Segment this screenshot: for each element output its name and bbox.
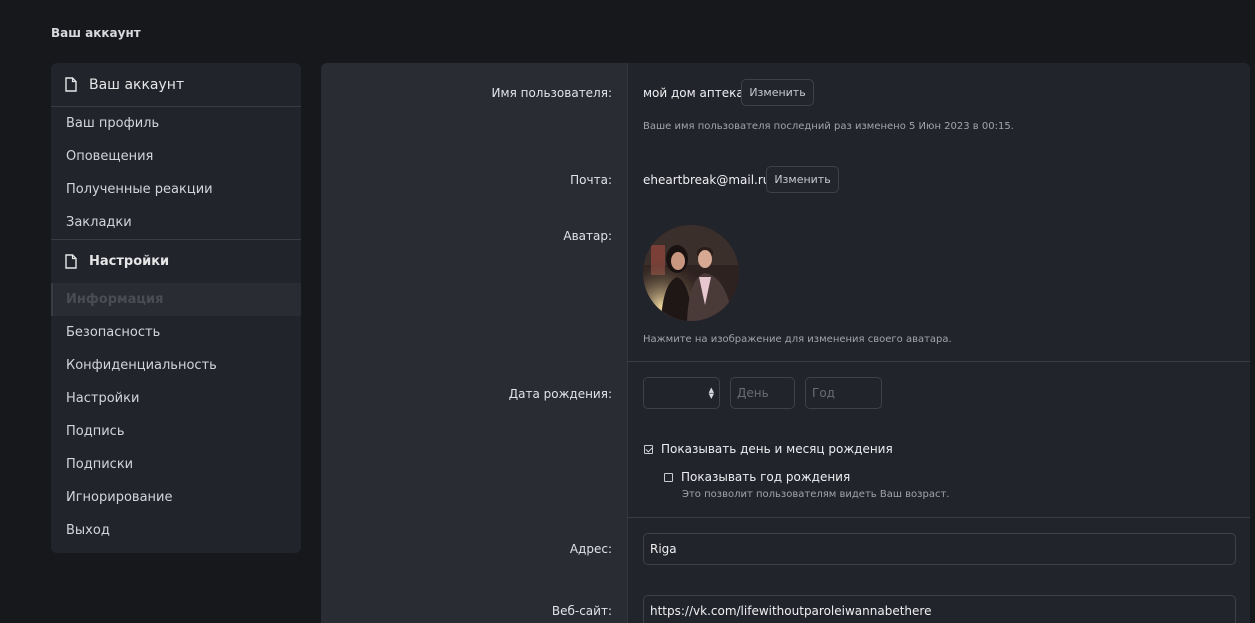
sidebar-item-profile[interactable]: Ваш профиль: [51, 107, 301, 140]
sidebar-item-label: Конфиденциальность: [66, 358, 217, 373]
dob-label: Дата рождения:: [508, 387, 612, 401]
sidebar-item-label: Настройки: [66, 391, 140, 406]
sidebar-item-security[interactable]: Безопасность: [51, 316, 301, 349]
checkbox-checked-icon[interactable]: [644, 444, 653, 454]
checkbox-unchecked-icon[interactable]: [664, 472, 673, 482]
avatar-label: Аватар:: [563, 229, 612, 243]
sidebar-section-account: Ваш аккаунт: [51, 63, 301, 107]
sidebar-item-bookmarks[interactable]: Закладки: [51, 206, 301, 239]
sidebar-item-alerts[interactable]: Оповещения: [51, 140, 301, 173]
sidebar-item-label: Полученные реакции: [66, 182, 213, 197]
sidebar-item-signature[interactable]: Подпись: [51, 415, 301, 448]
sidebar-item-preferences[interactable]: Настройки: [51, 382, 301, 415]
change-email-button[interactable]: Изменить: [766, 166, 839, 193]
show-dob-day-month-checkbox-row[interactable]: Показывать день и месяц рождения: [644, 442, 893, 456]
dob-year-input[interactable]: Год: [805, 377, 882, 409]
account-details-form: Имя пользователя: мой дом аптека Изменит…: [321, 63, 1250, 623]
dob-month-select[interactable]: ▲ ▼: [643, 377, 720, 409]
sidebar-item-following[interactable]: Подписки: [51, 448, 301, 481]
username-hint: Ваше имя пользователя последний раз изме…: [643, 121, 1014, 132]
address-value: Riga: [650, 542, 677, 556]
sidebar-item-label: Оповещения: [66, 149, 154, 164]
sidebar-item-ignoring[interactable]: Игнорирование: [51, 481, 301, 514]
sidebar-item-label: Выход: [66, 523, 110, 538]
sidebar-item-label: Закладки: [66, 215, 132, 230]
sidebar-item-label: Подпись: [66, 424, 125, 439]
sidebar-section-title: Настройки: [89, 254, 170, 269]
avatar-image[interactable]: [643, 225, 739, 321]
website-value: https://vk.com/lifewithoutparoleiwannabe…: [650, 604, 932, 618]
show-dob-year-checkbox-row[interactable]: Показывать год рождения: [664, 470, 850, 484]
section-divider: [627, 517, 1250, 518]
show-dob-year-hint: Это позволит пользователям видеть Ваш во…: [682, 489, 950, 500]
show-dob-day-month-label: Показывать день и месяц рождения: [661, 442, 893, 456]
account-sidebar: Ваш аккаунт Ваш профиль Оповещения Получ…: [51, 63, 301, 553]
sidebar-item-privacy[interactable]: Конфиденциальность: [51, 349, 301, 382]
website-label: Веб-сайт:: [551, 604, 612, 618]
page-title: Ваш аккаунт: [51, 26, 141, 40]
show-dob-year-label: Показывать год рождения: [681, 470, 851, 484]
address-label: Адрес:: [569, 542, 612, 556]
email-value: eheartbreak@mail.ru: [643, 173, 771, 187]
username-label: Имя пользователя:: [491, 86, 612, 100]
username-value: мой дом аптека: [643, 86, 744, 100]
address-input[interactable]: Riga: [643, 533, 1236, 565]
select-arrows-icon: ▲ ▼: [708, 386, 714, 400]
sidebar-section-settings: Настройки: [51, 239, 301, 283]
sidebar-item-label: Игнорирование: [66, 490, 173, 505]
dob-year-placeholder: Год: [812, 386, 835, 400]
sidebar-item-label: Подписки: [66, 457, 134, 472]
avatar-hint: Нажмите на изображение для изменения сво…: [643, 334, 952, 345]
sidebar-item-logout[interactable]: Выход: [51, 514, 301, 547]
sidebar-item-label: Безопасность: [66, 325, 161, 340]
dob-day-input[interactable]: День: [730, 377, 795, 409]
change-username-button[interactable]: Изменить: [741, 79, 814, 106]
sidebar-item-reactions[interactable]: Полученные реакции: [51, 173, 301, 206]
website-input[interactable]: https://vk.com/lifewithoutparoleiwannabe…: [643, 595, 1236, 623]
section-divider: [627, 361, 1250, 362]
sidebar-section-title: Ваш аккаунт: [89, 76, 185, 93]
dob-day-placeholder: День: [737, 386, 769, 400]
email-label: Почта:: [570, 173, 612, 187]
sidebar-item-info[interactable]: Информация: [51, 283, 301, 316]
sidebar-item-label: Информация: [66, 292, 164, 307]
document-icon: [65, 253, 79, 270]
sidebar-item-label: Ваш профиль: [66, 116, 160, 131]
document-icon: [65, 76, 79, 93]
